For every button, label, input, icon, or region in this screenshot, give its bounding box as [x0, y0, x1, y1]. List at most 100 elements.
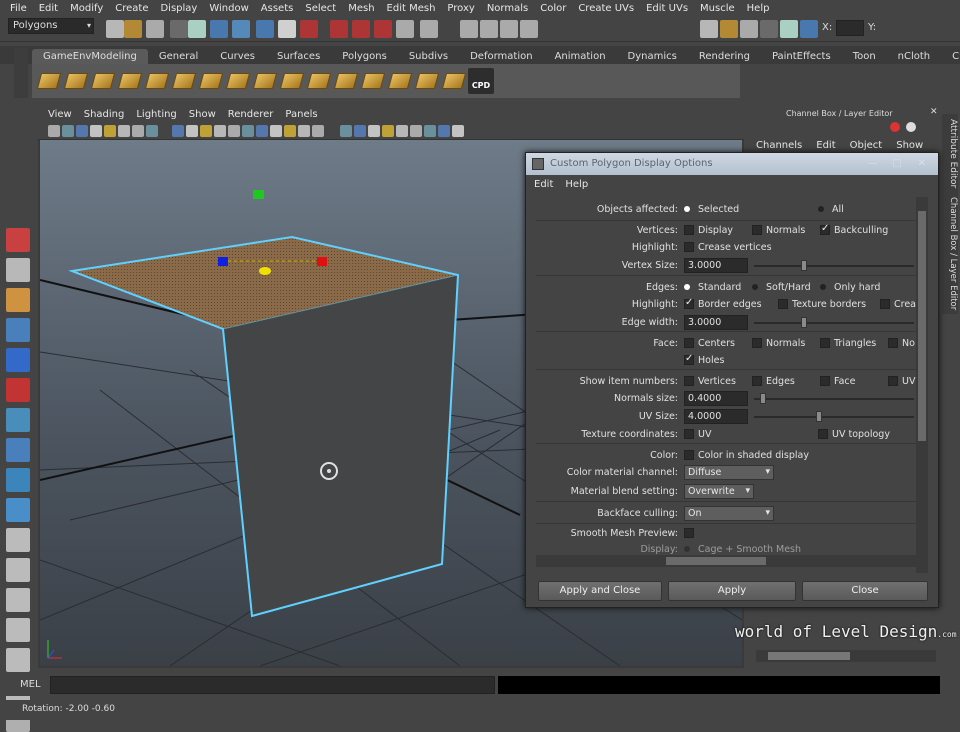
mode-selector[interactable]: Polygons ▾	[8, 18, 94, 34]
status-tool-icon[interactable]	[520, 20, 538, 38]
merge-icon[interactable]	[90, 68, 116, 94]
viewport-tool-icon[interactable]	[104, 125, 116, 137]
checkbox[interactable]	[818, 429, 828, 439]
layout-graph-icon[interactable]	[6, 618, 30, 642]
viewport-menu-view[interactable]: View	[42, 109, 78, 120]
bevel-icon[interactable]	[63, 68, 89, 94]
viewport-tool-icon[interactable]	[452, 125, 464, 137]
status-tool-icon[interactable]	[460, 20, 478, 38]
checkbox[interactable]	[778, 299, 788, 309]
radio-button[interactable]	[820, 284, 826, 290]
lasso-tool-icon[interactable]	[6, 258, 30, 282]
shelf-tab[interactable]: nCloth	[887, 49, 941, 64]
checkbox[interactable]	[684, 376, 694, 386]
checkbox[interactable]	[880, 299, 890, 309]
menu-mesh[interactable]: Mesh	[342, 3, 380, 14]
shelf-tab[interactable]: General	[148, 49, 209, 64]
checkbox[interactable]	[684, 353, 694, 365]
shelf-tab[interactable]: GameEnvModeling	[32, 49, 148, 64]
menu-modify[interactable]: Modify	[64, 3, 109, 14]
viewport-tool-icon[interactable]	[270, 125, 282, 137]
value-slider[interactable]	[754, 398, 914, 400]
radio-button[interactable]	[752, 284, 758, 290]
shelf-tab[interactable]: Dynamics	[617, 49, 688, 64]
status-tool-icon[interactable]	[800, 20, 818, 38]
cpd-button[interactable]: CPD	[468, 68, 494, 94]
extrude-icon[interactable]	[36, 68, 62, 94]
viewport-menu-shading[interactable]: Shading	[78, 109, 131, 120]
menu-create-uvs[interactable]: Create UVs	[572, 3, 640, 14]
radio-button[interactable]	[818, 206, 824, 212]
scale-tool-icon[interactable]	[6, 378, 30, 402]
channel-box-scroll-thumb[interactable]	[768, 652, 850, 660]
side-tab[interactable]: Channel Box / Layer Editor	[942, 194, 958, 314]
viewport-tool-icon[interactable]	[368, 125, 380, 137]
checkbox[interactable]	[888, 376, 898, 386]
status-tool-icon[interactable]	[170, 20, 188, 38]
apply-and-close-button[interactable]: Apply and Close	[538, 581, 662, 601]
close-icon[interactable]: ✕	[918, 153, 926, 175]
plane-icon[interactable]	[333, 68, 359, 94]
paint-select-icon[interactable]	[6, 288, 30, 312]
radio-button[interactable]	[684, 546, 690, 552]
shelf-tab[interactable]: Toon	[842, 49, 887, 64]
x-field[interactable]	[836, 20, 864, 36]
value-field[interactable]: 3.0000	[684, 258, 748, 273]
dropdown[interactable]: Diffuse	[684, 465, 774, 480]
cube-front-face[interactable]	[223, 275, 458, 616]
menu-edit-uvs[interactable]: Edit UVs	[640, 3, 694, 14]
shelf-tab[interactable]: Animation	[544, 49, 617, 64]
status-tool-icon[interactable]	[256, 20, 274, 38]
shelf-tab[interactable]: Rendering	[688, 49, 761, 64]
checkbox[interactable]	[684, 242, 694, 252]
viewport-menu-panels[interactable]: Panels	[279, 109, 323, 120]
value-slider[interactable]	[754, 322, 914, 324]
viewport-tool-icon[interactable]	[214, 125, 226, 137]
layout-outliner-icon[interactable]	[6, 588, 30, 612]
radio-button[interactable]	[684, 284, 690, 290]
viewport-tool-icon[interactable]	[118, 125, 130, 137]
value-field[interactable]: 3.0000	[684, 315, 748, 330]
checkbox[interactable]	[752, 376, 762, 386]
shelf-tab[interactable]: Custom	[941, 49, 960, 64]
maximize-icon[interactable]: □	[893, 153, 902, 175]
manip-green-handle[interactable]	[253, 190, 264, 199]
last-tool-icon[interactable]	[6, 498, 30, 522]
dialog-hscroll[interactable]	[536, 555, 916, 567]
viewport-tool-icon[interactable]	[312, 125, 324, 137]
checkbox[interactable]	[684, 528, 694, 538]
checkbox[interactable]	[684, 429, 694, 439]
viewport-tool-icon[interactable]	[424, 125, 436, 137]
status-tool-icon[interactable]	[106, 20, 124, 38]
status-tool-icon[interactable]	[352, 20, 370, 38]
close-icon[interactable]: ✕	[930, 107, 940, 117]
rotate-tool-icon[interactable]	[6, 348, 30, 372]
status-tool-icon[interactable]	[146, 20, 164, 38]
radio-button[interactable]	[684, 206, 690, 212]
slider-knob[interactable]	[816, 411, 822, 422]
dialog-titlebar[interactable]: Custom Polygon Display Options — □ ✕	[526, 153, 938, 175]
viewport-menu-show[interactable]: Show	[183, 109, 222, 120]
status-tool-icon[interactable]	[720, 20, 738, 38]
status-tool-icon[interactable]	[420, 20, 438, 38]
status-tool-icon[interactable]	[124, 20, 142, 38]
viewport-tool-icon[interactable]	[76, 125, 88, 137]
cone-icon[interactable]	[306, 68, 332, 94]
viewport-tool-icon[interactable]	[382, 125, 394, 137]
checkbox[interactable]	[752, 225, 762, 235]
status-tool-icon[interactable]	[374, 20, 392, 38]
menu-proxy[interactable]: Proxy	[441, 3, 480, 14]
status-tool-icon[interactable]	[500, 20, 518, 38]
soft-mod-icon[interactable]	[6, 438, 30, 462]
viewport-menu-renderer[interactable]: Renderer	[222, 109, 280, 120]
mel-input[interactable]	[50, 676, 495, 694]
shelf-options-icon[interactable]	[14, 48, 28, 98]
smooth-icon[interactable]	[279, 68, 305, 94]
viewport-tool-icon[interactable]	[146, 125, 158, 137]
shelf-tab[interactable]: Curves	[209, 49, 266, 64]
checkbox[interactable]	[888, 338, 898, 348]
layout-hypershade-icon[interactable]	[6, 648, 30, 672]
sphere-icon[interactable]	[360, 68, 386, 94]
viewport-tool-icon[interactable]	[242, 125, 254, 137]
viewport-tool-icon[interactable]	[48, 125, 60, 137]
